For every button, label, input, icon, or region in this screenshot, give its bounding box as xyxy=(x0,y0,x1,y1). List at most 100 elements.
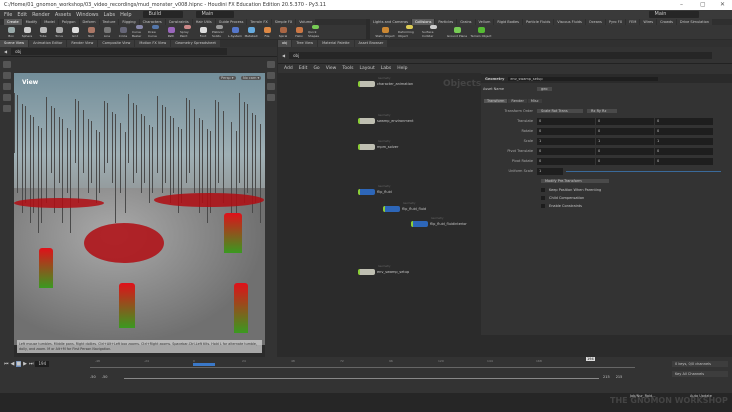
shelf-tool[interactable]: File xyxy=(260,25,274,39)
back-icon[interactable]: ◀ xyxy=(4,49,7,54)
shelf-tool[interactable]: Tube xyxy=(36,25,50,39)
start-frame-field[interactable]: -50 xyxy=(90,375,96,379)
select-tool-icon[interactable] xyxy=(3,61,11,68)
path-field[interactable]: obj xyxy=(11,48,227,55)
shelf-tool[interactable]: Spray Paint xyxy=(180,25,194,39)
param-field[interactable]: 1 xyxy=(596,137,654,145)
shelf-tool[interactable]: Draw Curve xyxy=(148,25,162,39)
minimize-button[interactable]: – xyxy=(680,0,683,10)
desktop-main[interactable]: Main xyxy=(195,11,234,18)
frame-marker[interactable]: 194 xyxy=(586,357,595,361)
range-slider[interactable] xyxy=(124,378,599,379)
shelf-tool[interactable]: L-System xyxy=(228,25,242,39)
scene-viewport[interactable]: View Persp ▾ No cam ▾ xyxy=(14,73,265,345)
shelf-tool[interactable]: Ground Plane xyxy=(446,25,468,39)
network-menu-item[interactable]: Layout xyxy=(359,66,374,71)
shelf-tool[interactable]: Terrain Object xyxy=(470,25,492,39)
close-button[interactable]: ✕ xyxy=(720,0,725,10)
param-field[interactable]: 0 xyxy=(596,157,654,165)
shelf-tool[interactable]: Metaball xyxy=(244,25,258,39)
end-frame-field[interactable]: 215 xyxy=(616,375,623,379)
persp-menu[interactable]: Persp ▾ xyxy=(219,76,236,80)
desktop-build[interactable]: Build xyxy=(142,11,183,18)
network-node[interactable]: flip_fluid_fluid Geometry xyxy=(383,202,426,212)
move-tool-icon[interactable] xyxy=(3,72,11,79)
keys-channels-menu[interactable]: 0 keys, 0/0 channels xyxy=(672,361,728,367)
shelf-tool[interactable]: Helix xyxy=(292,25,306,39)
current-frame-field[interactable]: 194 xyxy=(35,361,50,367)
network-node[interactable]: flip_fluid_fluidinterior Geometry xyxy=(411,217,467,227)
timeline-track[interactable] xyxy=(90,367,635,368)
network-node[interactable]: mpm_solver Geometry xyxy=(358,140,398,150)
shelf-tool[interactable]: Null xyxy=(84,25,98,39)
network-node[interactable]: env_swamp_setup Geometry xyxy=(358,265,409,275)
param-field[interactable]: 0 xyxy=(537,127,595,135)
shelf-tool[interactable]: Curve Bezier xyxy=(132,25,146,39)
menu-file[interactable]: File xyxy=(4,12,12,18)
checkbox[interactable] xyxy=(541,204,545,208)
tab-misc[interactable]: Misc xyxy=(527,99,542,103)
tab-transform[interactable]: Transform xyxy=(484,99,508,103)
network-node[interactable]: character_animation Geometry xyxy=(358,77,413,87)
param-field[interactable]: 0 xyxy=(655,127,713,135)
desktop-main-right[interactable]: Main xyxy=(648,11,699,18)
network-menu-item[interactable]: Tools xyxy=(342,66,353,71)
shelf-tool[interactable]: Quick Shapes xyxy=(308,25,322,39)
maximize-button[interactable]: ▢ xyxy=(700,0,706,10)
shelf-tool[interactable]: Font xyxy=(196,25,210,39)
pane-tab[interactable]: Composite View xyxy=(98,40,135,47)
pane-tab[interactable]: Scene View xyxy=(0,40,29,47)
pane-tab[interactable]: Animation Editor xyxy=(29,40,67,47)
param-field[interactable]: 0 xyxy=(537,157,595,165)
param-field[interactable]: 0 xyxy=(537,117,595,125)
pre-transform-menu[interactable]: Modify Pre-Transform xyxy=(541,179,609,183)
camera-menu[interactable]: No cam ▾ xyxy=(241,76,262,80)
wireframe-icon[interactable] xyxy=(267,83,275,90)
stop-icon[interactable]: ■ xyxy=(16,361,22,367)
menu-render[interactable]: Render xyxy=(32,12,50,18)
param-field[interactable]: 0 xyxy=(537,147,595,155)
shelf-tool[interactable]: Static Object xyxy=(374,25,396,39)
network-editor[interactable]: Objects character_animation Geometry swamp… xyxy=(278,73,481,335)
uniform-scale-slider[interactable] xyxy=(566,170,721,172)
shelf-tool[interactable]: Grid xyxy=(68,25,82,39)
param-field[interactable]: 0 xyxy=(655,117,713,125)
handle-tool-icon[interactable] xyxy=(3,105,11,112)
back-icon[interactable]: ◀ xyxy=(282,53,285,58)
menu-help[interactable]: Help xyxy=(120,12,131,18)
param-field[interactable]: 1 xyxy=(537,137,595,145)
network-node[interactable]: flip_fluid Geometry xyxy=(358,185,392,195)
step-back-icon[interactable]: ◀ xyxy=(11,361,15,367)
scale-tool-icon[interactable] xyxy=(3,94,11,101)
jump-end-icon[interactable]: ⏭ xyxy=(29,361,34,367)
pane-tab[interactable]: Motion FX View xyxy=(135,40,171,47)
pane-tab[interactable]: Render View xyxy=(67,40,98,47)
network-path-field[interactable]: obj xyxy=(289,51,712,59)
shelf-tool[interactable]: Platonic Solids xyxy=(212,25,226,39)
shelf-tool[interactable]: Box xyxy=(4,25,18,39)
network-node[interactable]: swamp_environment Geometry xyxy=(358,114,414,124)
tab-render[interactable]: Render xyxy=(508,99,527,103)
network-menu-item[interactable]: Go xyxy=(313,66,319,71)
pane-tab[interactable]: Asset Browser xyxy=(354,40,388,47)
playback-start-field[interactable]: -50 xyxy=(102,375,108,379)
shelf-tool[interactable]: Sphere xyxy=(20,25,34,39)
checkbox[interactable] xyxy=(541,188,545,192)
asset-name-menu[interactable]: geo xyxy=(537,87,552,91)
menu-assets[interactable]: Assets xyxy=(55,12,71,18)
display-option-icon[interactable] xyxy=(267,61,275,68)
lighting-icon[interactable] xyxy=(267,94,275,101)
pane-tab[interactable]: Tree View xyxy=(292,40,318,47)
param-field[interactable]: 0 xyxy=(655,157,713,165)
shelf-tool[interactable]: Circle xyxy=(116,25,130,39)
shelf-tool[interactable]: Spiral xyxy=(276,25,290,39)
shelf-tool[interactable]: Path xyxy=(164,25,178,39)
param-field[interactable]: 0 xyxy=(596,147,654,155)
checkbox[interactable] xyxy=(541,196,545,200)
network-menu-item[interactable]: Edit xyxy=(299,66,308,71)
menu-windows[interactable]: Windows xyxy=(76,12,98,18)
shelf-tool[interactable]: Line xyxy=(100,25,114,39)
rotate-order-menu[interactable]: Rx Ry Rz xyxy=(587,109,617,113)
shading-icon[interactable] xyxy=(267,72,275,79)
transform-order-menu[interactable]: Scale Rot Trans xyxy=(537,109,583,113)
